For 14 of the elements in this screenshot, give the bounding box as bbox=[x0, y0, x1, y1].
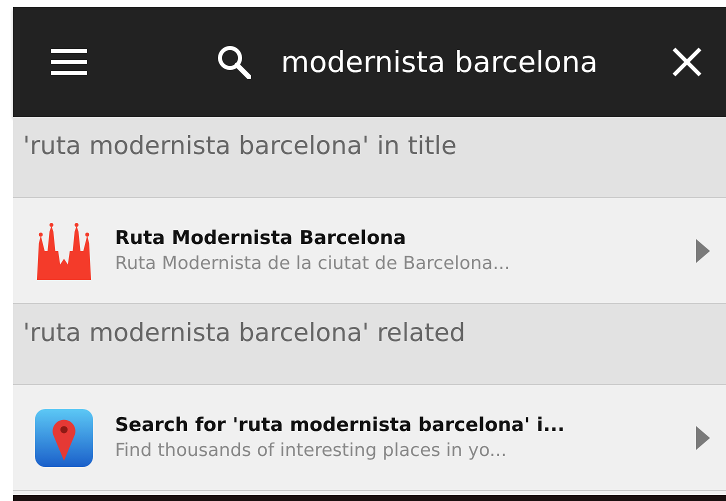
chevron-icon[interactable] bbox=[696, 426, 710, 450]
map-pin-icon bbox=[35, 408, 93, 466]
section-header: 'ruta modernista barcelona' in title bbox=[13, 117, 726, 198]
menu-icon[interactable] bbox=[51, 49, 87, 75]
result-title: Ruta Modernista Barcelona bbox=[115, 227, 408, 249]
result-subtitle: Find thousands of interesting places in yo... bbox=[115, 440, 508, 461]
search-field[interactable]: modernista barcelona bbox=[281, 45, 636, 79]
result-subtitle: Ruta Modernista de la ciutat de Barcelona... bbox=[115, 253, 511, 274]
close-icon[interactable] bbox=[672, 47, 702, 77]
section-header: 'ruta modernista barcelona' related bbox=[13, 304, 726, 385]
result-title: Search for 'ruta modernista barcelona' i... bbox=[115, 414, 566, 436]
chevron-icon[interactable] bbox=[696, 238, 710, 262]
cathedral-icon bbox=[35, 222, 93, 280]
search-icon[interactable] bbox=[217, 45, 251, 79]
